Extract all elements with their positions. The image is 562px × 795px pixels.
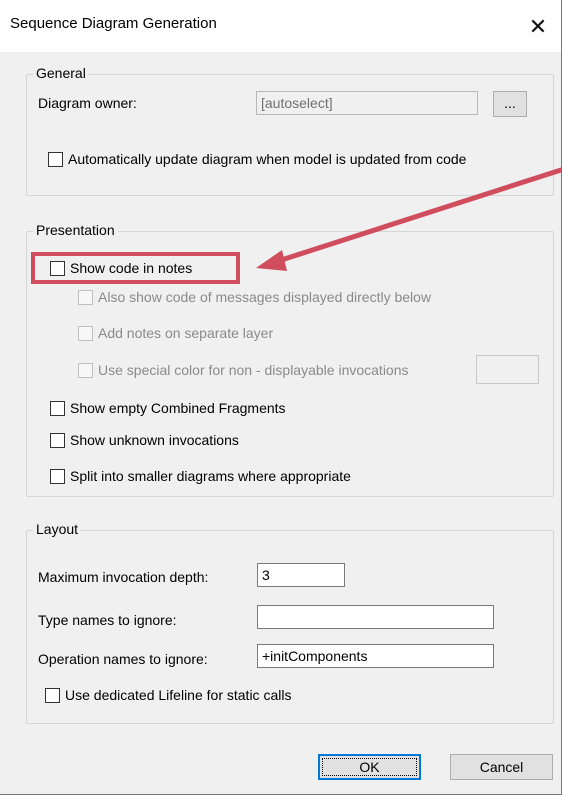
annotation-arrow-icon (256, 167, 562, 271)
dialog-window: Sequence Diagram Generation ✕ General Di… (0, 0, 562, 795)
